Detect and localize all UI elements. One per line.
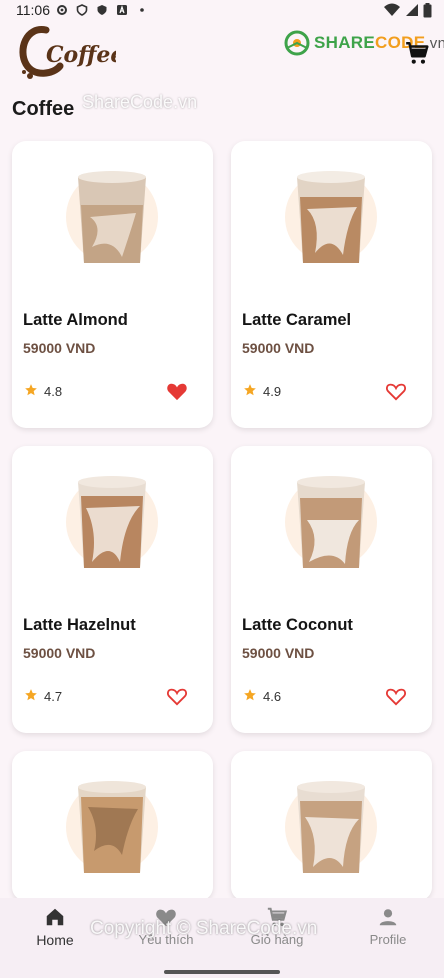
product-price: 59000 VND — [242, 340, 315, 356]
gesture-home-bar[interactable] — [164, 970, 280, 974]
drink-image — [66, 171, 158, 263]
product-rating: 4.6 — [263, 689, 282, 704]
nav-label-home: Home — [36, 932, 74, 948]
product-grid: Latte Almond 59000 VND 4.8 Latte Caramel… — [0, 0, 444, 978]
product-price: 59000 VND — [242, 645, 315, 661]
product-rating: 4.9 — [263, 384, 282, 399]
product-rating: 4.8 — [44, 384, 63, 399]
person-icon — [379, 909, 397, 926]
heart-outline-icon[interactable] — [166, 686, 188, 706]
nav-item-profile[interactable]: Profile — [343, 906, 433, 947]
home-icon — [46, 908, 64, 926]
drink-image — [66, 781, 158, 873]
product-name: Latte Coconut — [242, 616, 353, 634]
product-card[interactable]: Latte Coconut 59000 VND 4.6 — [231, 446, 432, 733]
heart-outline-icon[interactable] — [385, 381, 407, 401]
copyright-watermark: Copyright © ShareCode.vn — [90, 918, 318, 939]
product-rating: 4.7 — [44, 689, 63, 704]
drink-image — [66, 476, 158, 568]
nav-item-home[interactable]: Home — [10, 906, 100, 948]
star-icon — [244, 689, 256, 701]
product-price: 59000 VND — [23, 645, 96, 661]
star-icon — [25, 689, 37, 701]
drink-image — [285, 781, 377, 873]
heart-outline-icon[interactable] — [385, 686, 407, 706]
star-icon — [25, 384, 37, 396]
product-price: 59000 VND — [23, 340, 96, 356]
drink-image — [285, 476, 377, 568]
star-icon — [244, 384, 256, 396]
product-name: Latte Caramel — [242, 311, 352, 329]
drink-image — [285, 171, 377, 263]
product-name: Latte Hazelnut — [23, 616, 136, 634]
product-card[interactable]: Latte Almond 59000 VND 4.8 — [12, 141, 213, 428]
product-card[interactable] — [12, 751, 213, 901]
product-card[interactable]: Latte Caramel 59000 VND 4.9 — [231, 141, 432, 428]
product-card[interactable]: Latte Hazelnut 59000 VND 4.7 — [12, 446, 213, 733]
nav-label-profile: Profile — [369, 932, 407, 947]
heart-filled-icon[interactable] — [166, 381, 188, 401]
product-card[interactable] — [231, 751, 432, 901]
product-name: Latte Almond — [23, 311, 128, 329]
